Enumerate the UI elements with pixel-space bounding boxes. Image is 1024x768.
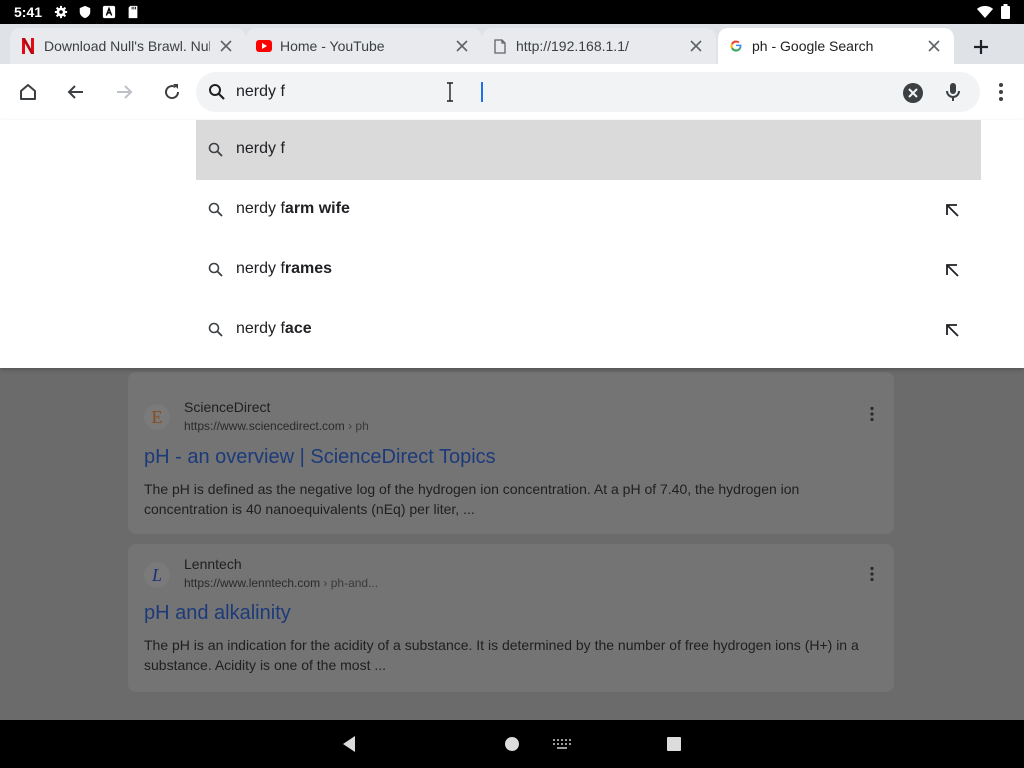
site-name: ScienceDirect <box>184 399 271 415</box>
suggestion-completion: arm wife <box>284 200 350 217</box>
suggestion-text: nerdy face <box>236 320 312 338</box>
suggestion-item[interactable]: nerdy f <box>196 120 981 180</box>
new-tab-button[interactable] <box>966 32 996 62</box>
tab-router[interactable]: http://192.168.1.1/ <box>482 28 716 64</box>
tab-youtube[interactable]: Home - YouTube <box>246 28 482 64</box>
keyboard-icon[interactable] <box>553 739 571 749</box>
search-icon <box>208 202 223 217</box>
netflix-n-icon <box>20 38 36 54</box>
page-icon <box>492 38 508 54</box>
suggestion-completion: ace <box>284 320 312 337</box>
search-result-card: L Lenntech https://www.lenntech.com › ph… <box>128 544 894 692</box>
tab-title: Home - YouTube <box>280 38 385 54</box>
tab-google-search[interactable]: ph - Google Search <box>718 28 954 64</box>
gear-icon <box>54 5 68 19</box>
status-time: 5:41 <box>14 4 43 20</box>
forward-button[interactable] <box>110 78 138 106</box>
suggestion-item[interactable]: nerdy frames <box>196 240 981 300</box>
search-icon <box>208 322 223 337</box>
tab-title: Download Null's Brawl. Null's <box>44 38 210 54</box>
search-icon <box>208 142 223 157</box>
home-icon <box>20 84 36 100</box>
url-host: https://www.sciencedirect.com <box>184 419 345 433</box>
result-snippet: The pH is defined as the negative log of… <box>144 481 800 517</box>
result-title-link[interactable]: pH and alkalinity <box>144 602 291 625</box>
site-url: https://www.lenntech.com › ph-and... <box>184 576 378 590</box>
suggestion-text: nerdy farm wife <box>236 200 350 218</box>
url-crumb: › ph-and... <box>320 576 379 590</box>
reload-button[interactable] <box>158 78 186 106</box>
site-favicon: E <box>144 404 170 430</box>
tab-strip: Download Null's Brawl. Null's Home - You… <box>0 24 1024 64</box>
search-icon <box>208 262 223 277</box>
browser-toolbar <box>0 64 1024 120</box>
omnibox-suggestions: nerdy f nerdy farm wife nerdy frames ner… <box>0 120 1024 368</box>
tab-title: http://192.168.1.1/ <box>516 38 629 54</box>
suggestion-text: nerdy f <box>236 140 285 158</box>
close-tab-icon[interactable] <box>216 36 236 56</box>
result-snippet: The pH is an indication for the acidity … <box>144 637 859 673</box>
clear-input-icon[interactable] <box>902 82 924 104</box>
more-vert-icon[interactable] <box>868 406 876 422</box>
suggestion-prefix: nerdy f <box>236 140 285 157</box>
url-crumb: › ph <box>344 419 369 433</box>
back-arrow-icon <box>67 85 83 99</box>
overflow-menu-button[interactable] <box>990 78 1012 106</box>
search-result-card: E ScienceDirect https://www.sciencedirec… <box>128 372 894 534</box>
suggestion-prefix: nerdy f <box>236 200 285 217</box>
google-g-icon <box>728 38 744 54</box>
more-vert-icon[interactable] <box>868 566 876 582</box>
sd-card-icon <box>128 5 138 19</box>
back-button[interactable] <box>62 78 90 106</box>
home-circle-icon[interactable] <box>504 736 520 752</box>
recents-square-icon[interactable] <box>666 736 682 752</box>
url-host: https://www.lenntech.com <box>184 576 321 590</box>
back-triangle-icon[interactable] <box>341 735 357 753</box>
forward-arrow-icon <box>117 85 133 99</box>
ibeam-cursor-icon <box>447 82 453 102</box>
site-name: Lenntech <box>184 556 242 572</box>
site-favicon: L <box>144 562 170 588</box>
tab-title: ph - Google Search <box>752 38 874 54</box>
suggestion-item[interactable]: nerdy face <box>196 300 981 360</box>
omnibox[interactable] <box>196 72 980 112</box>
text-caret <box>481 82 483 102</box>
site-url: https://www.sciencedirect.com › ph <box>184 419 369 433</box>
fill-query-arrow-icon[interactable] <box>944 262 960 278</box>
close-tab-icon[interactable] <box>452 36 472 56</box>
reload-icon <box>165 84 180 100</box>
close-tab-icon[interactable] <box>924 36 944 56</box>
suggestion-prefix: nerdy f <box>236 260 285 277</box>
close-tab-icon[interactable] <box>686 36 706 56</box>
wifi-icon <box>977 5 993 18</box>
battery-icon <box>1001 4 1010 19</box>
tab-nulls-brawl[interactable]: Download Null's Brawl. Null's <box>10 28 246 64</box>
microphone-icon[interactable] <box>942 81 964 103</box>
result-title-link[interactable]: pH - an overview | ScienceDirect Topics <box>144 446 496 469</box>
search-icon <box>209 84 225 100</box>
more-vert-icon <box>999 83 1003 101</box>
system-nav-bar <box>0 720 1024 768</box>
suggestion-text: nerdy frames <box>236 260 332 278</box>
plus-icon <box>974 40 988 54</box>
font-a-icon <box>102 5 116 19</box>
suggestion-item[interactable]: nerdy farm wife <box>196 180 981 240</box>
suggestion-completion: rames <box>284 260 333 277</box>
omnibox-input[interactable] <box>236 80 886 104</box>
fill-query-arrow-icon[interactable] <box>944 322 960 338</box>
status-bar: 5:41 <box>0 0 1024 24</box>
shield-icon <box>79 5 91 19</box>
fill-query-arrow-icon[interactable] <box>944 202 960 218</box>
home-button[interactable] <box>14 78 42 106</box>
suggestion-prefix: nerdy f <box>236 320 285 337</box>
youtube-icon <box>256 38 272 54</box>
